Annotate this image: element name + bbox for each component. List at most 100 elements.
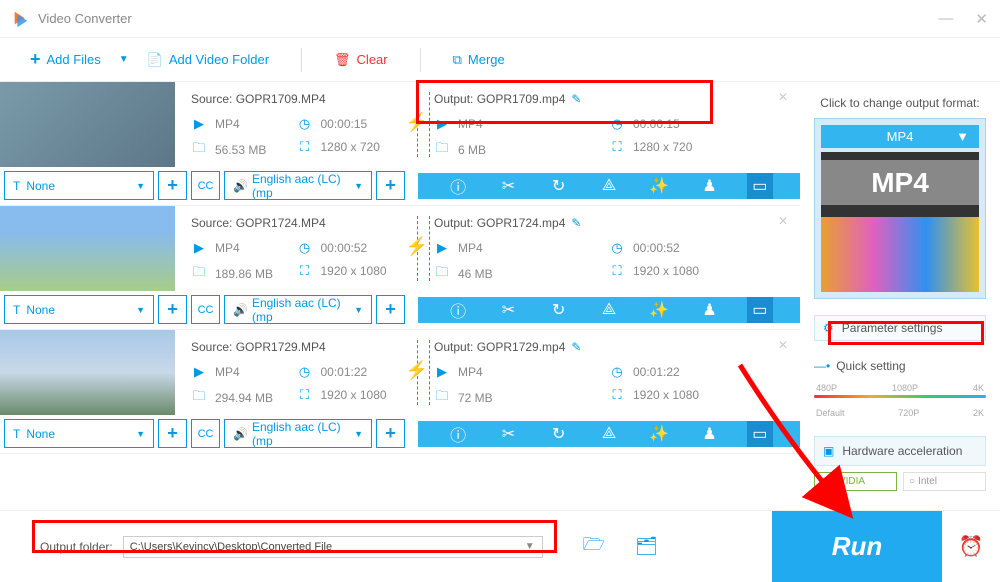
pencil-icon[interactable]: ✎ <box>571 92 581 116</box>
info-tool-icon[interactable]: ⓘ <box>445 173 471 199</box>
add-audio-button[interactable]: + <box>376 171 405 200</box>
add-files-button[interactable]: +Add Files <box>30 49 101 70</box>
output-folder-label: Output folder: <box>40 540 113 554</box>
output-format-selector[interactable]: MP4▼ MP4 <box>814 118 986 299</box>
cut-tool-icon[interactable]: ✂ <box>495 297 521 323</box>
file-list: Source: GOPR1709.MP4 ▶MP4 🗀56.53 MB ◷00:… <box>0 82 800 491</box>
source-info: Source: GOPR1724.MP4 ▶MP4 🗀189.86 MB ◷00… <box>175 206 418 291</box>
output-folder-input[interactable] <box>123 536 543 558</box>
add-subtitle-button[interactable]: + <box>158 295 187 324</box>
add-dropdown-icon[interactable]: ▼ <box>119 54 129 65</box>
info-tool-icon[interactable]: ⓘ <box>445 421 471 447</box>
cc-button[interactable]: CC <box>191 171 220 200</box>
minimize-icon[interactable]: — <box>938 10 953 28</box>
cut-tool-icon[interactable]: ✂ <box>495 173 521 199</box>
resolution-icon: ⛶ <box>609 139 625 155</box>
effect-tool-icon[interactable]: ✨ <box>646 421 672 447</box>
remove-file-button[interactable]: ✕ <box>778 90 788 104</box>
subtitle-tool-icon[interactable]: ▭ <box>747 297 773 323</box>
intel-button[interactable]: ○Intel <box>903 472 986 491</box>
audio-select[interactable]: 🔊English aac (LC) (mp▼ <box>224 171 372 200</box>
subtitle-select[interactable]: TNone▼ <box>4 171 154 200</box>
crop-tool-icon[interactable]: ⟁ <box>596 297 622 323</box>
pencil-icon[interactable]: ✎ <box>571 216 581 240</box>
video-thumbnail[interactable] <box>0 82 175 167</box>
add-folder-button[interactable]: 📄Add Video Folder <box>147 52 269 68</box>
audio-select[interactable]: 🔊English aac (LC) (mp▼ <box>224 419 372 448</box>
effect-tool-icon[interactable]: ✨ <box>646 173 672 199</box>
clock-icon: ◷ <box>297 116 313 132</box>
nvidia-button[interactable]: ◉NVIDIA <box>814 472 897 491</box>
cut-tool-icon[interactable]: ✂ <box>495 421 521 447</box>
file-row: Source: GOPR1709.MP4 ▶MP4 🗀56.53 MB ◷00:… <box>0 82 800 206</box>
rotate-tool-icon[interactable]: ↻ <box>546 421 572 447</box>
resolution-icon: ⛶ <box>297 139 313 155</box>
watermark-tool-icon[interactable]: ♟ <box>697 421 723 447</box>
cc-button[interactable]: CC <box>191 295 220 324</box>
format-icon: ▶ <box>434 116 450 132</box>
crop-tool-icon[interactable]: ⟁ <box>596 173 622 199</box>
video-thumbnail[interactable] <box>0 330 175 415</box>
sidebar-title: Click to change output format: <box>814 96 986 110</box>
lightning-icon: ⚡ <box>406 236 428 257</box>
rotate-tool-icon[interactable]: ↻ <box>546 173 572 199</box>
sliders-icon: ⚙ <box>823 321 834 335</box>
watermark-tool-icon[interactable]: ♟ <box>697 297 723 323</box>
source-label: Source: GOPR1709.MP4 <box>191 92 402 106</box>
toolbar: +Add Files ▼ 📄Add Video Folder 🗑Clear ⧉M… <box>0 38 1000 82</box>
watermark-tool-icon[interactable]: ♟ <box>697 173 723 199</box>
add-subtitle-button[interactable]: + <box>158 171 187 200</box>
open-folder-icon[interactable]: 🗂 <box>635 536 658 557</box>
chip-icon: ▣ <box>823 444 834 458</box>
merge-button[interactable]: ⧉Merge <box>453 52 505 68</box>
close-icon[interactable]: ✕ <box>975 10 988 28</box>
subtitle-tool-icon[interactable]: ▭ <box>747 421 773 447</box>
rotate-tool-icon[interactable]: ↻ <box>546 297 572 323</box>
cc-button[interactable]: CC <box>191 419 220 448</box>
output-info: Output: GOPR1724.mp4✎ ▶MP4 🗀46 MB ◷00:00… <box>418 206 800 291</box>
output-info: Output: GOPR1709.mp4✎ ▶MP4 🗀6 MB ◷00:00:… <box>418 82 800 167</box>
edit-tools: ⓘ ✂ ↻ ⟁ ✨ ♟ ▭ <box>418 173 800 199</box>
dash-icon: —• <box>814 359 830 373</box>
add-audio-button[interactable]: + <box>376 419 405 448</box>
remove-file-button[interactable]: ✕ <box>778 338 788 352</box>
pencil-icon[interactable]: ✎ <box>571 340 581 364</box>
crop-tool-icon[interactable]: ⟁ <box>596 421 622 447</box>
info-tool-icon[interactable]: ⓘ <box>445 297 471 323</box>
audio-select[interactable]: 🔊English aac (LC) (mp▼ <box>224 295 372 324</box>
subtitle-tool-icon[interactable]: ▭ <box>747 173 773 199</box>
effect-tool-icon[interactable]: ✨ <box>646 297 672 323</box>
sidebar: Click to change output format: MP4▼ MP4 … <box>800 82 1000 491</box>
video-thumbnail[interactable] <box>0 206 175 291</box>
alarm-icon[interactable]: ⏰ <box>942 534 1000 559</box>
quick-setting-label: —• Quick setting <box>814 359 986 373</box>
clock-icon: ◷ <box>609 116 625 132</box>
bottom-bar: Output folder: ▼ 🗁 🗂 Run ⏰ <box>0 510 1000 582</box>
parameter-settings-button[interactable]: ⚙ Parameter settings <box>814 315 986 341</box>
folder-icon: 🗀 <box>434 139 450 161</box>
edit-tools: ⓘ ✂ ↻ ⟁ ✨ ♟ ▭ <box>418 297 800 323</box>
chevron-down-icon: ▼ <box>956 129 969 144</box>
add-subtitle-button[interactable]: + <box>158 419 187 448</box>
output-info: Output: GOPR1729.mp4✎ ▶MP4 🗀72 MB ◷00:01… <box>418 330 800 415</box>
format-icon: ▶ <box>191 116 207 132</box>
file-row: Source: GOPR1724.MP4 ▶MP4 🗀189.86 MB ◷00… <box>0 206 800 330</box>
clear-button[interactable]: 🗑Clear <box>334 52 388 68</box>
output-label: Output: GOPR1709.mp4 <box>434 92 565 106</box>
quality-slider[interactable] <box>814 395 986 398</box>
app-title: Video Converter <box>38 11 938 26</box>
hardware-acceleration-button[interactable]: ▣ Hardware acceleration <box>814 436 986 466</box>
chevron-down-icon[interactable]: ▼ <box>525 541 535 552</box>
app-logo-icon <box>12 10 30 28</box>
remove-file-button[interactable]: ✕ <box>778 214 788 228</box>
add-audio-button[interactable]: + <box>376 295 405 324</box>
title-bar: Video Converter — ✕ <box>0 0 1000 38</box>
format-preview: MP4 <box>821 152 979 292</box>
source-info: Source: GOPR1729.MP4 ▶MP4 🗀294.94 MB ◷00… <box>175 330 418 415</box>
subtitle-select[interactable]: TNone▼ <box>4 295 154 324</box>
browse-folder-icon[interactable]: 🗁 <box>583 532 605 562</box>
subtitle-select[interactable]: TNone▼ <box>4 419 154 448</box>
run-button[interactable]: Run <box>772 511 942 582</box>
folder-icon: 🗀 <box>191 139 207 161</box>
lightning-icon: ⚡ <box>406 360 428 381</box>
